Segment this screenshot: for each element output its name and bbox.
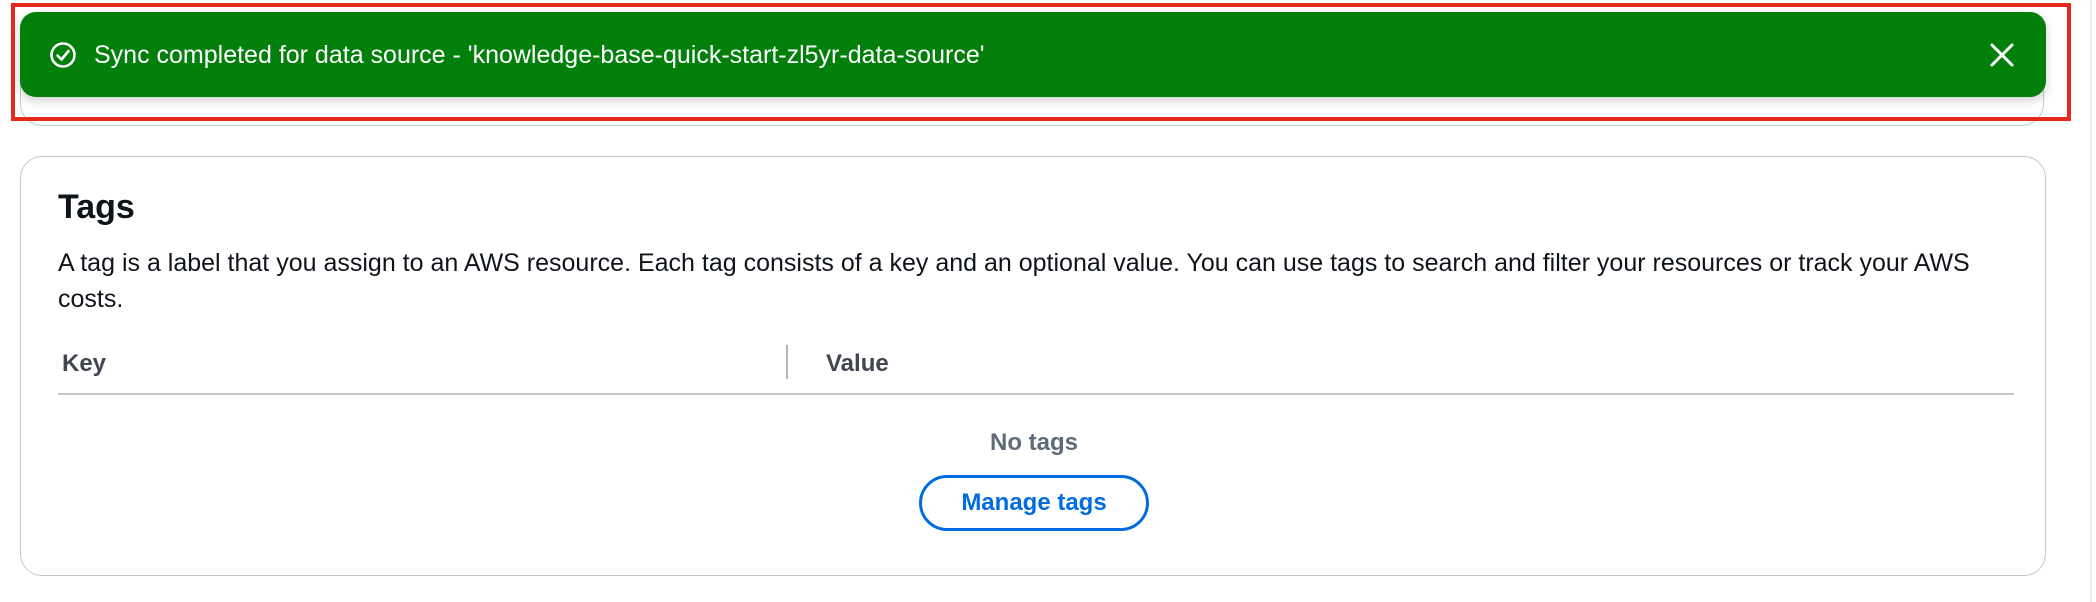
column-resize-handle[interactable] [786, 345, 788, 379]
empty-state-text: No tags [989, 429, 1078, 456]
manage-tags-button[interactable]: Manage tags [919, 475, 1149, 531]
scrollbar-divider [2090, 0, 2092, 602]
dismiss-flash-button[interactable] [1982, 35, 2022, 75]
tags-table-header: Key Value [58, 343, 2014, 395]
flash-message: Sync completed for data source - 'knowle… [94, 40, 985, 69]
success-flash-bar: Sync completed for data source - 'knowle… [20, 12, 2046, 97]
tags-section: Tags A tag is a label that you assign to… [20, 156, 2046, 576]
column-header-key[interactable]: Key [62, 345, 106, 383]
page: Sync completed for data source - 'knowle… [0, 0, 2096, 602]
tags-heading: Tags [58, 188, 135, 226]
close-icon [1990, 43, 2014, 66]
column-header-value[interactable]: Value [826, 345, 889, 383]
check-circle-icon [48, 40, 78, 70]
tags-description: A tag is a label that you assign to an A… [58, 249, 1970, 313]
